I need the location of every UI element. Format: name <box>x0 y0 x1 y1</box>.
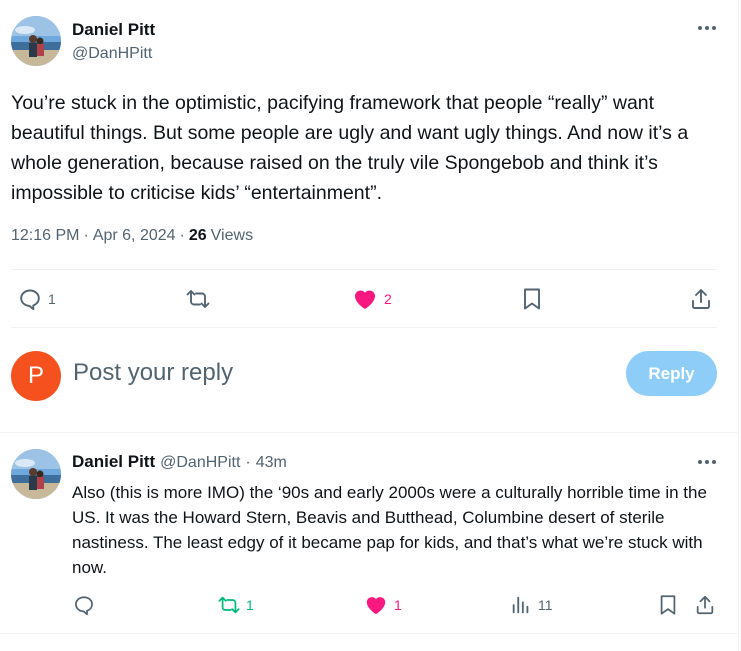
author-avatar[interactable] <box>11 449 61 499</box>
reply-composer: P Post your reply Reply <box>0 331 738 433</box>
reply-action[interactable]: 1 <box>18 287 56 311</box>
reply-header: Daniel Pitt @DanHPitt · 43m <box>72 452 287 472</box>
meta-separator: · <box>83 227 89 244</box>
retweet-action[interactable]: 1 <box>218 594 254 616</box>
share-action[interactable] <box>694 594 716 616</box>
tweet-date[interactable]: Apr 6, 2024 <box>93 227 176 245</box>
reply-count: 1 <box>48 291 56 307</box>
retweet-action[interactable] <box>186 287 210 311</box>
like-action[interactable]: 2 <box>352 287 392 311</box>
reply-action[interactable] <box>73 594 95 616</box>
column-border <box>738 0 739 651</box>
views-action[interactable]: 11 <box>510 594 553 616</box>
more-options-button[interactable] <box>692 452 722 472</box>
views-count: 11 <box>538 597 553 613</box>
meta-separator: · <box>179 227 185 244</box>
reply-icon <box>20 289 40 311</box>
tweet-meta: 12:16 PM · Apr 6, 2024 · 26 Views <box>11 227 253 245</box>
like-icon <box>354 290 376 309</box>
meta-separator: · <box>245 454 251 471</box>
reply-tweet[interactable]: Daniel Pitt @DanHPitt · 43m Also (this i… <box>0 434 738 634</box>
more-options-button[interactable] <box>692 18 722 38</box>
share-action[interactable] <box>689 287 713 311</box>
retweet-count: 1 <box>246 597 254 613</box>
views-label: Views <box>210 227 254 244</box>
views-count: 26 <box>188 227 207 244</box>
reply-icon <box>75 596 93 616</box>
retweet-icon <box>186 290 210 308</box>
like-count: 1 <box>394 597 402 613</box>
author-name[interactable]: Daniel Pitt <box>72 20 155 40</box>
tweet-text: You’re stuck in the optimistic, pacifyin… <box>11 92 689 204</box>
reply-button[interactable]: Reply <box>626 351 717 396</box>
user-avatar[interactable]: P <box>11 351 61 401</box>
tweet-age[interactable]: 43m <box>256 454 287 472</box>
author-handle[interactable]: @DanHPitt <box>72 45 152 63</box>
action-bar: 1 2 <box>0 279 738 319</box>
main-tweet: Daniel Pitt @DanHPitt You’re stuck in th… <box>0 0 738 330</box>
more-dots-icon <box>698 460 716 464</box>
like-action[interactable]: 1 <box>364 594 402 616</box>
author-handle[interactable]: @DanHPitt <box>160 454 240 472</box>
divider <box>11 269 717 270</box>
bookmark-icon <box>524 288 540 310</box>
divider <box>11 327 717 328</box>
tweet-time[interactable]: 12:16 PM <box>11 227 79 245</box>
bookmark-icon <box>660 595 676 615</box>
like-count: 2 <box>384 291 392 307</box>
bookmark-action[interactable] <box>657 594 679 616</box>
share-icon <box>696 595 714 615</box>
analytics-icon <box>512 596 529 614</box>
reply-input[interactable]: Post your reply <box>73 359 233 387</box>
like-icon <box>366 597 386 615</box>
more-dots-icon <box>698 26 716 30</box>
retweet-icon <box>218 596 240 614</box>
share-icon <box>692 289 710 309</box>
author-avatar[interactable] <box>11 16 61 66</box>
tweet-text: Also (this is more IMO) the ‘90s and ear… <box>72 483 707 577</box>
bookmark-action[interactable] <box>521 287 543 311</box>
author-name[interactable]: Daniel Pitt <box>72 452 155 472</box>
